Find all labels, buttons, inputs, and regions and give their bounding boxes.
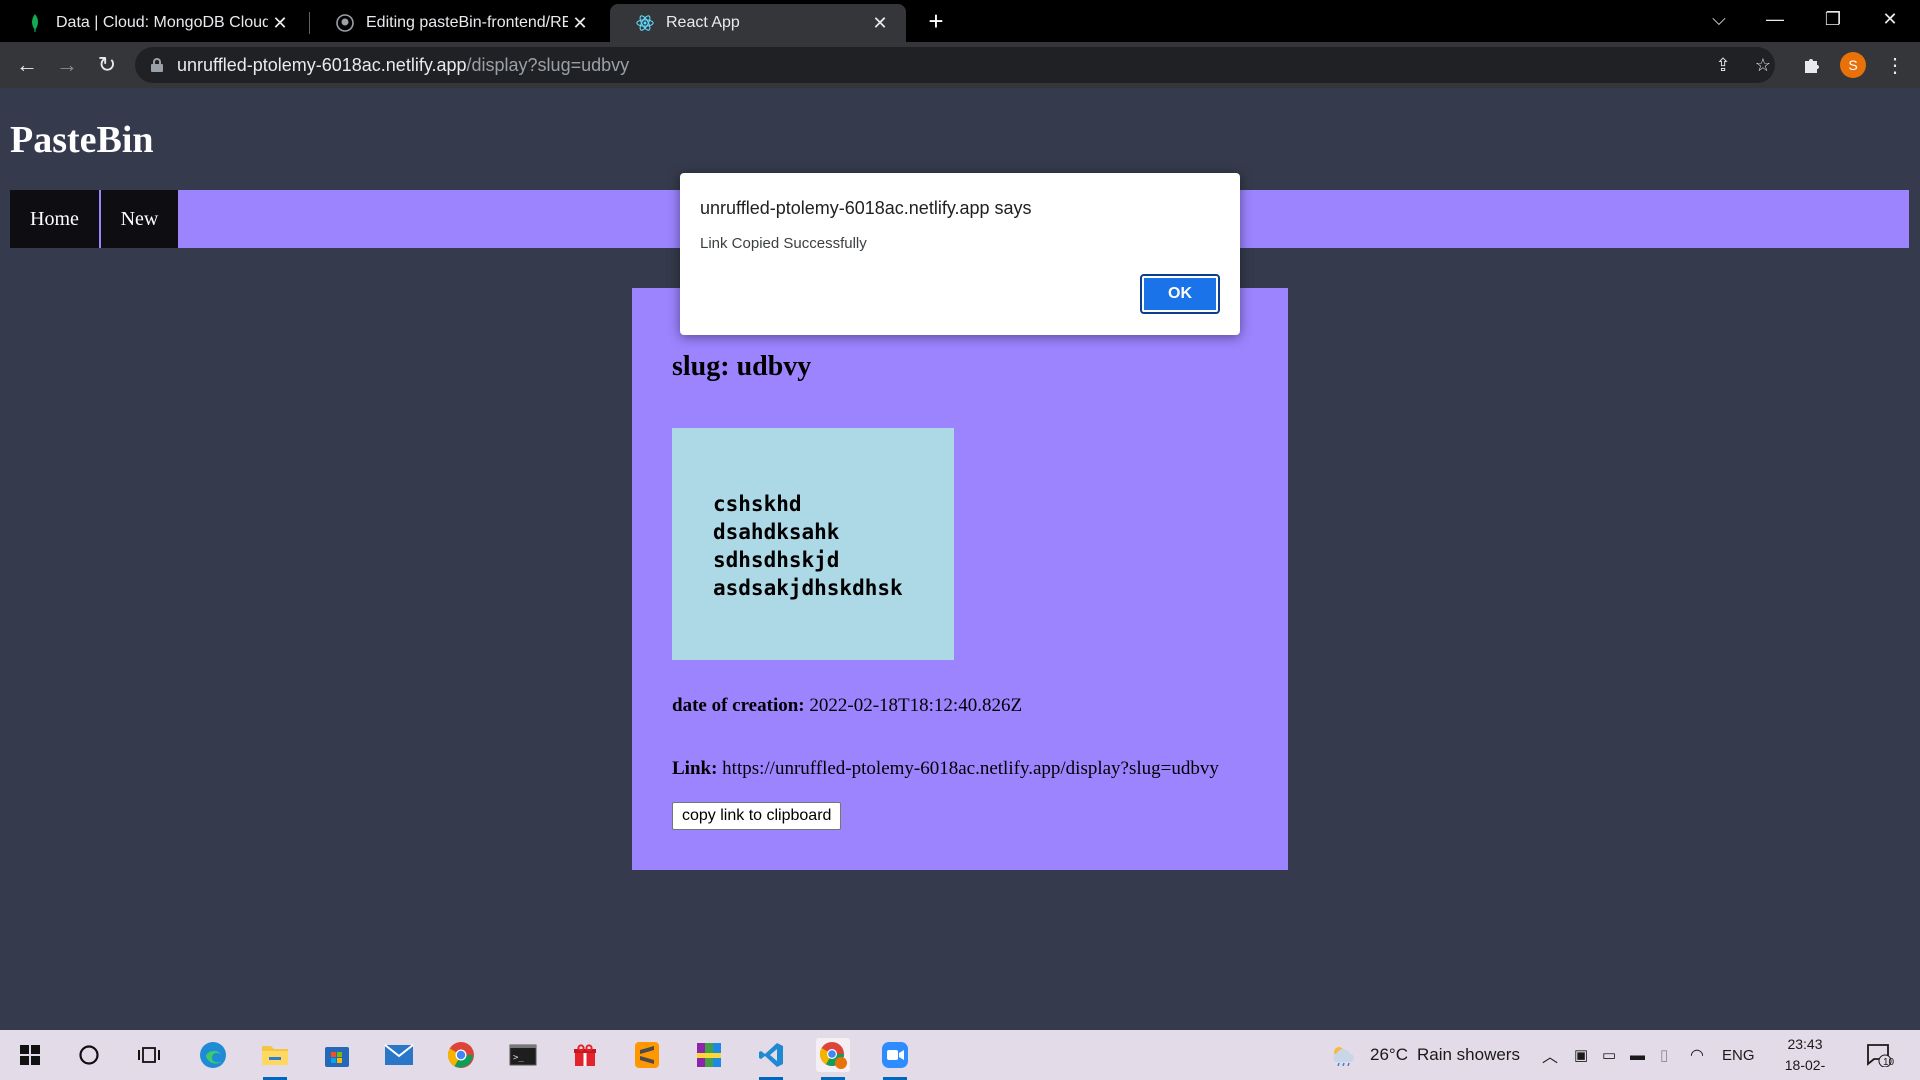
lock-icon[interactable]: [151, 58, 163, 72]
tab-search-chevron-icon[interactable]: ⌵: [1691, 0, 1747, 38]
nav-home[interactable]: Home: [10, 190, 99, 248]
back-arrow-icon[interactable]: ←: [12, 50, 42, 80]
close-icon[interactable]: ✕: [868, 13, 892, 34]
task-view-icon[interactable]: [132, 1038, 166, 1072]
paste-line: asdsakjdhskdhsk: [713, 576, 903, 600]
tab-title: Data | Cloud: MongoDB Cloud: [56, 14, 268, 31]
paste-card: slug: udbvy cshskhd dsahdksahk sdhsdhskj…: [632, 288, 1288, 870]
forward-arrow-icon[interactable]: →: [52, 50, 82, 80]
notification-count: 10: [1883, 1057, 1895, 1068]
tab-title: Editing pasteBin-frontend/READM: [366, 14, 568, 31]
url-text[interactable]: unruffled-ptolemy-6018ac.netlify.app/dis…: [177, 55, 629, 76]
meet-now-icon[interactable]: ▣: [1574, 1030, 1588, 1080]
dialog-title: unruffled-ptolemy-6018ac.netlify.app say…: [700, 198, 1032, 218]
github-icon: [336, 14, 354, 32]
alert-dialog: unruffled-ptolemy-6018ac.netlify.app say…: [680, 173, 1240, 335]
tab-title: React App: [666, 14, 740, 31]
chrome-profile-icon[interactable]: [816, 1038, 850, 1080]
search-circle-icon[interactable]: [72, 1038, 106, 1072]
usb-device-icon[interactable]: ▯: [1660, 1030, 1668, 1080]
tray-chevron-up-icon[interactable]: ︿: [1542, 1030, 1558, 1080]
windows-taskbar: >_ 26°C Rain showers ︿ ▣ ▭ ▬ ▯ ◠ ENG 23:…: [0, 1030, 1920, 1080]
paste-line: sdhsdhskjd: [713, 548, 840, 572]
edge-browser-icon[interactable]: [196, 1038, 230, 1072]
paste-link: Link: https://unruffled-ptolemy-6018ac.n…: [672, 758, 1219, 780]
paste-line: dsahdksahk: [713, 520, 840, 544]
page-viewport: PasteBin Home New slug: udbvy cshskhd ds…: [0, 88, 1920, 1030]
clock-time: 23:43: [1787, 1036, 1823, 1052]
mail-icon[interactable]: [382, 1038, 416, 1072]
reload-icon[interactable]: ↻: [92, 50, 122, 80]
battery-icon[interactable]: ▬: [1630, 1030, 1645, 1080]
new-tab-button[interactable]: +: [922, 5, 950, 37]
vscode-icon[interactable]: [754, 1038, 788, 1080]
weather-temp: 26°C: [1370, 1045, 1408, 1064]
close-icon[interactable]: ✕: [268, 13, 292, 34]
gift-app-icon[interactable]: [568, 1038, 602, 1072]
creation-date-value: 2022-02-18T18:12:40.826Z: [809, 695, 1023, 716]
tab-mongodb[interactable]: Data | Cloud: MongoDB Cloud ✕: [0, 4, 306, 42]
tab-react-app[interactable]: React App ✕: [610, 4, 906, 42]
paste-line: cshskhd: [713, 492, 802, 516]
profile-avatar[interactable]: S: [1840, 52, 1866, 78]
share-icon[interactable]: ⇪: [1713, 55, 1733, 75]
bookmark-star-icon[interactable]: ☆: [1753, 55, 1773, 75]
paste-link-value: https://unruffled-ptolemy-6018ac.netlify…: [722, 758, 1219, 779]
display-icon[interactable]: ▭: [1602, 1030, 1616, 1080]
winrar-icon[interactable]: [692, 1038, 726, 1072]
react-icon: [636, 14, 654, 32]
app-brand: PasteBin: [10, 119, 154, 161]
browser-toolbar: ← → ↻ unruffled-ptolemy-6018ac.netlify.a…: [0, 42, 1920, 88]
creation-date-label: date of creation:: [672, 695, 805, 716]
address-bar[interactable]: unruffled-ptolemy-6018ac.netlify.app/dis…: [135, 47, 1775, 83]
microsoft-store-icon[interactable]: [320, 1038, 354, 1072]
clock-date: 18-02-2022: [1784, 1057, 1826, 1080]
svg-text:>_: >_: [513, 1053, 524, 1063]
rain-cloud-icon: [1330, 1044, 1358, 1066]
dialog-ok-button[interactable]: OK: [1140, 274, 1220, 314]
copy-link-button[interactable]: copy link to clipboard: [672, 802, 842, 830]
nav-new[interactable]: New: [101, 190, 178, 248]
mongodb-leaf-icon: [26, 14, 44, 32]
file-explorer-icon[interactable]: [258, 1038, 292, 1080]
paste-link-label: Link:: [672, 758, 718, 779]
minimize-icon[interactable]: —: [1747, 0, 1803, 38]
weather-desc: Rain showers: [1416, 1045, 1520, 1064]
restore-icon[interactable]: ❐: [1805, 0, 1861, 38]
slug-heading: slug: udbvy: [672, 351, 812, 382]
weather-widget[interactable]: 26°C Rain showers: [1330, 1030, 1520, 1080]
system-clock[interactable]: 23:43 18-02-2022: [1770, 1034, 1840, 1080]
notification-center-icon[interactable]: 10: [1866, 1030, 1895, 1080]
paste-content-box: cshskhd dsahdksahk sdhsdhskjd asdsakjdhs…: [672, 428, 954, 660]
window-close-icon[interactable]: ✕: [1862, 0, 1918, 38]
menu-kebab-icon[interactable]: ⋮: [1880, 50, 1910, 80]
close-icon[interactable]: ✕: [568, 13, 592, 34]
sublime-text-icon[interactable]: [630, 1038, 664, 1072]
extensions-puzzle-icon[interactable]: [1797, 50, 1827, 80]
creation-date: date of creation: 2022-02-18T18:12:40.82…: [672, 695, 1022, 717]
chrome-icon[interactable]: [444, 1038, 478, 1072]
language-indicator[interactable]: ENG: [1722, 1030, 1755, 1080]
tab-github[interactable]: Editing pasteBin-frontend/READM ✕: [310, 4, 606, 42]
terminal-icon[interactable]: >_: [506, 1038, 540, 1072]
zoom-icon[interactable]: [878, 1038, 912, 1080]
wifi-icon[interactable]: ◠: [1690, 1030, 1704, 1080]
dialog-message: Link Copied Successfully: [700, 235, 867, 252]
windows-start-icon[interactable]: [13, 1038, 47, 1072]
browser-tab-strip: Data | Cloud: MongoDB Cloud ✕ Editing pa…: [0, 0, 1920, 42]
